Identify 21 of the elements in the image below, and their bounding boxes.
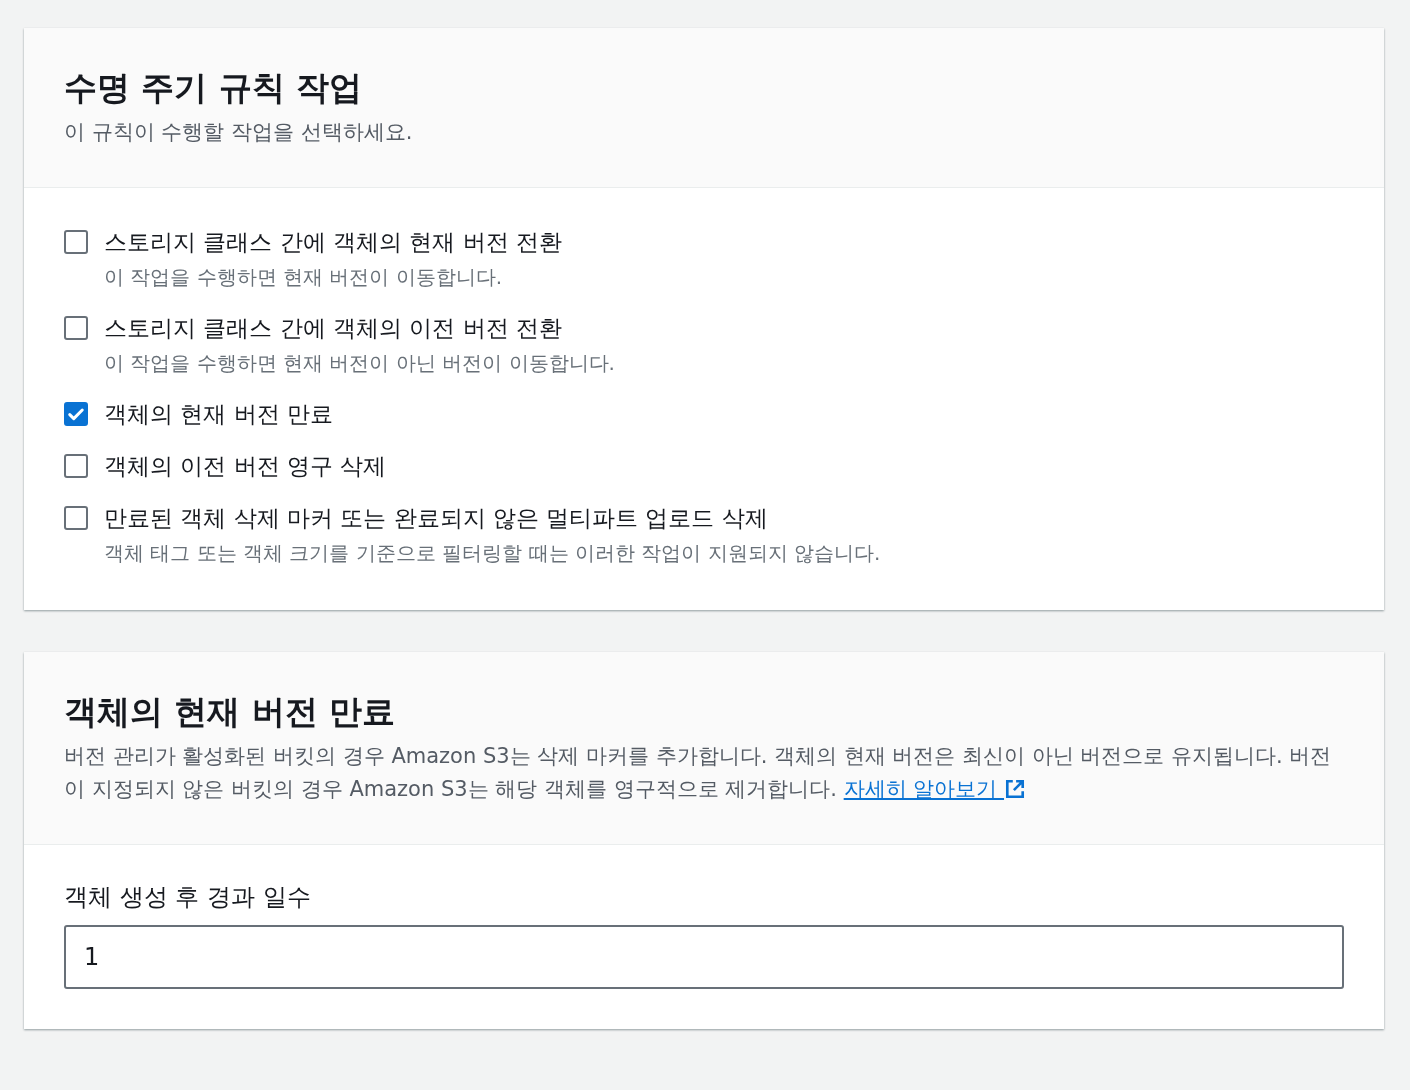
checkbox[interactable]: [64, 316, 88, 340]
option-hint: 객체 태그 또는 객체 크기를 기준으로 필터링할 때는 이러한 작업이 지원되지 않습니다.: [104, 540, 881, 567]
checkbox-label: 스토리지 클래스 간에 객체의 이전 버전 전환: [104, 314, 563, 343]
checkbox[interactable]: [64, 506, 88, 530]
checkbox[interactable]: [64, 402, 88, 426]
checkbox[interactable]: [64, 230, 88, 254]
panel-title: 객체의 현재 버전 만료: [64, 691, 397, 733]
panel-description: 버전 관리가 활성화된 버킷의 경우 Amazon S3는 삭제 마커를 추가합니다. 객체의 현재 버전은 최신이 아닌 버전으로 유지됩니다. 버전이 지정되지 않은 버킷의 경우 Amazon S3는 해당 객체를 영구적으로 제거합니다. 자세히 알아보기: [64, 743, 1333, 803]
days-input[interactable]: 1: [64, 925, 1344, 989]
checkbox-label: 스토리지 클래스 간에 객체의 현재 버전 전환: [104, 228, 562, 257]
checkbox[interactable]: [64, 454, 88, 478]
external-link-icon: [1004, 778, 1027, 800]
option-hint: 이 작업을 수행하면 현재 버전이 아닌 버전이 이동합니다.: [104, 350, 615, 377]
field-label: 객체 생성 후 경과 일수: [64, 882, 312, 913]
learn-more-link[interactable]: 자세히 알아보기: [843, 777, 1027, 801]
panel-description: 이 규칙이 수행할 작업을 선택하세요.: [64, 119, 414, 146]
option-hint: 이 작업을 수행하면 현재 버전이 이동합니다.: [104, 264, 504, 291]
panel-title: 수명 주기 규칙 작업: [64, 67, 364, 109]
checkbox-label: 객체의 현재 버전 만료: [104, 400, 333, 429]
checkbox-label: 객체의 이전 버전 영구 삭제: [104, 452, 387, 481]
checkbox-label: 만료된 객체 삭제 마커 또는 완료되지 않은 멀티파트 업로드 삭제: [104, 504, 769, 533]
